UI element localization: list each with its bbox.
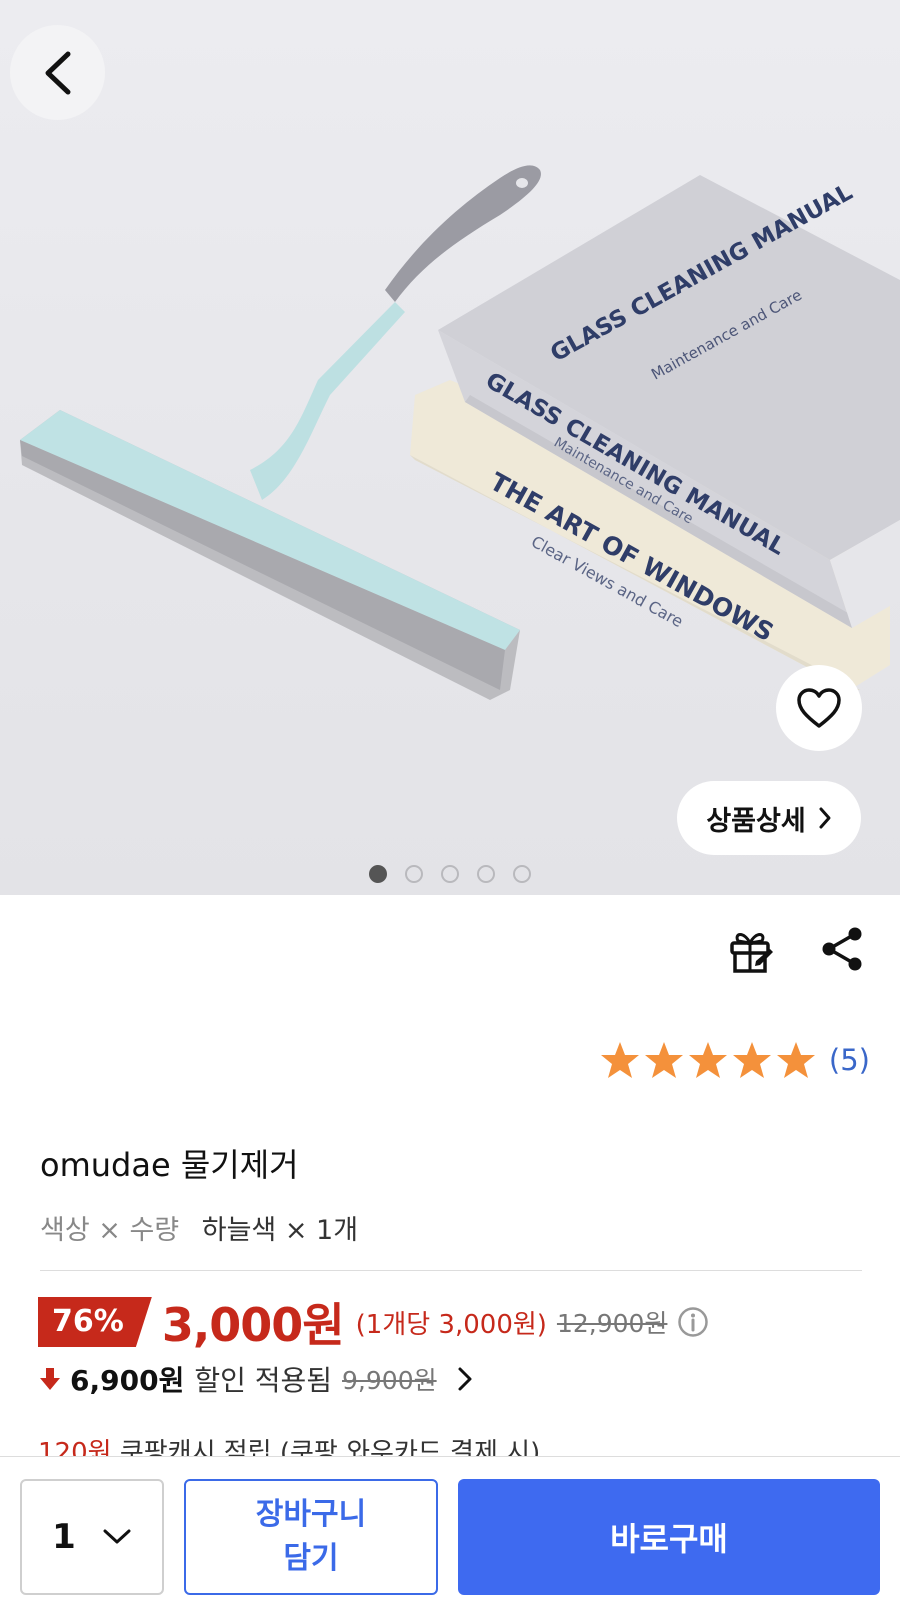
back-button[interactable] [10, 25, 105, 120]
discount-text: 할인 적용됨 [194, 1364, 333, 1397]
chevron-right-icon [458, 1367, 472, 1391]
bottom-action-bar: 1 장바구니 담기 바로구매 [0, 1456, 900, 1614]
price-row: 76% 3,000원 (1개당 3,000원) 12,900원 [38, 1293, 709, 1352]
product-image-area[interactable]: THE ART OF WINDOWS Clear Views and Care … [0, 0, 900, 895]
cashback-amount: 120원 [38, 1438, 112, 1456]
star-icon [644, 1042, 683, 1078]
quantity-value: 1 [52, 1517, 76, 1557]
chevron-down-icon [103, 1529, 131, 1544]
unit-price: (1개당 3,000원) [355, 1309, 547, 1340]
carousel-dot[interactable] [513, 865, 531, 883]
review-count[interactable]: (5) [829, 1043, 870, 1077]
share-icon[interactable] [819, 925, 865, 973]
cashback-text: 쿠팡캐시 적립 (쿠팡 와우카드 결제 시) [119, 1438, 541, 1456]
arrow-down-icon [40, 1368, 60, 1390]
product-detail-button[interactable]: 상품상세 [677, 781, 861, 855]
carousel-dot[interactable] [369, 865, 387, 883]
add-to-cart-button[interactable]: 장바구니 담기 [184, 1479, 438, 1595]
selected-options: 색상 × 수량 하늘색 × 1개 [40, 1208, 358, 1247]
option-label: 색상 × 수량 [40, 1215, 180, 1246]
buy-now-button[interactable]: 바로구매 [458, 1479, 880, 1595]
divider [40, 1270, 862, 1271]
gift-icon[interactable] [726, 925, 774, 975]
option-value: 하늘색 × 1개 [201, 1215, 359, 1246]
product-photo: THE ART OF WINDOWS Clear Views and Care … [20, 165, 900, 700]
discount-amount: 6,900원 [70, 1364, 185, 1397]
rating-stars[interactable]: (5) [599, 1040, 870, 1080]
carousel-dot[interactable] [477, 865, 495, 883]
cart-label-line1: 장바구니 [255, 1497, 367, 1532]
carousel-dot[interactable] [405, 865, 423, 883]
cashback-row: 120원 쿠팡캐시 적립 (쿠팡 와우카드 결제 시) [38, 1432, 540, 1456]
heart-outline-icon [797, 688, 841, 728]
star-icon [776, 1042, 815, 1078]
carousel-indicator [0, 865, 900, 883]
original-price: 12,900원 [556, 1309, 668, 1338]
product-title: omudae 물기제거 [40, 1146, 299, 1184]
star-icon [688, 1042, 727, 1078]
wishlist-button[interactable] [776, 665, 862, 751]
discount-badge: 76% [38, 1297, 152, 1347]
chevron-left-icon [45, 51, 70, 94]
discount-row[interactable]: 6,900원 할인 적용됨 9,900원 [38, 1357, 475, 1401]
sale-price: 3,000원 [161, 1298, 345, 1352]
product-detail-label: 상품상세 [706, 805, 806, 837]
info-icon[interactable] [677, 1306, 709, 1338]
chevron-right-icon [819, 807, 831, 829]
product-action-icons [726, 925, 865, 975]
quantity-select[interactable]: 1 [20, 1479, 164, 1595]
cart-label-line2: 담기 [283, 1541, 339, 1576]
carousel-dot[interactable] [441, 865, 459, 883]
star-icon [600, 1042, 639, 1078]
star-icon [732, 1042, 771, 1078]
discount-original-price: 9,900원 [342, 1366, 437, 1395]
